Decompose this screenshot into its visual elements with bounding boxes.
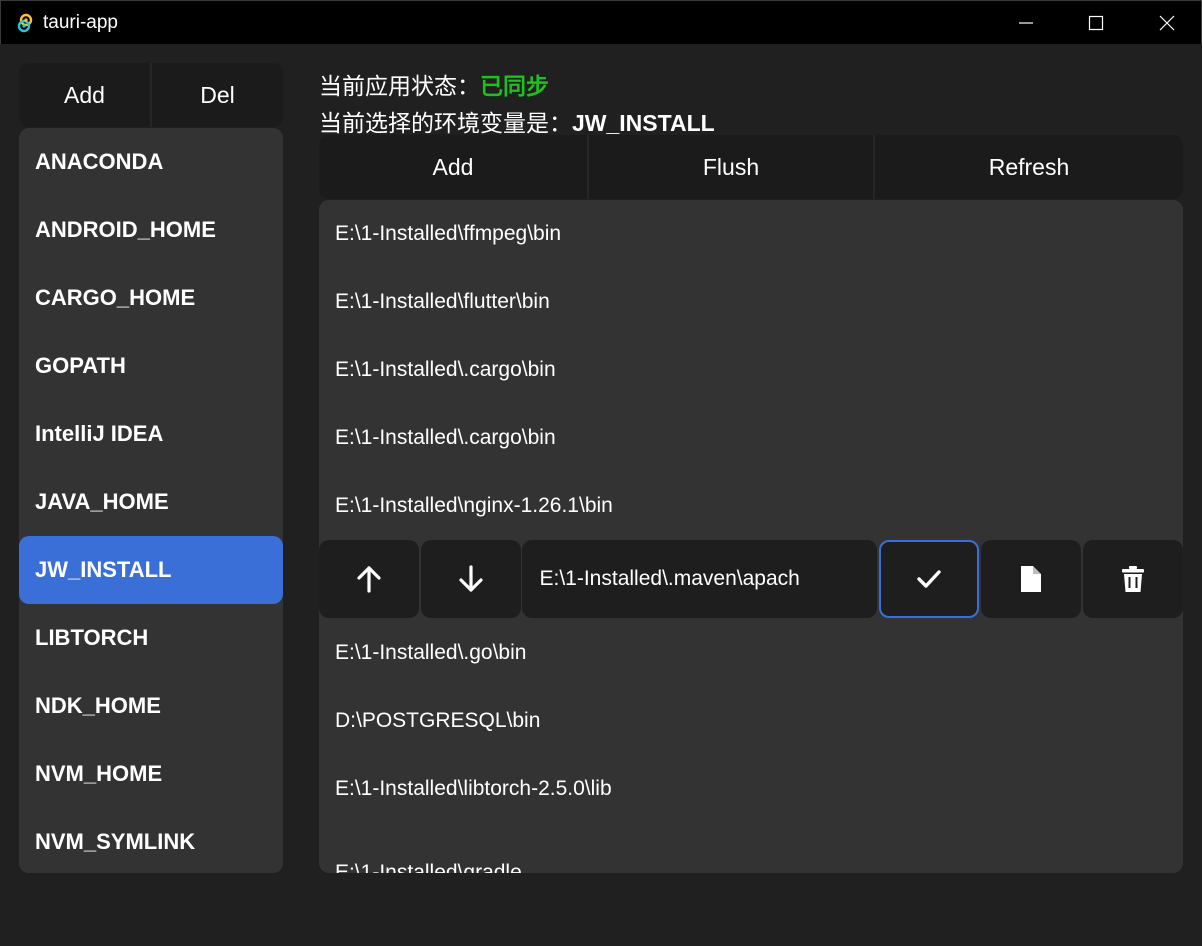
app-status-label: 当前应用状态： [319,73,480,99]
env-variable-list: ANACONDA ANDROID_HOME CARGO_HOME GOPATH … [19,128,283,873]
sidebar-item-java-home[interactable]: JAVA_HOME [19,468,283,536]
selected-variable-label: 当前选择的环境变量是： [319,110,572,136]
path-list: E:\1-Installed\ffmpeg\bin E:\1-Installed… [319,200,1183,873]
add-path-button[interactable]: Add [319,135,587,199]
minimize-icon [1019,22,1033,24]
open-file-button[interactable] [981,540,1081,618]
path-item[interactable]: E:\1-Installed\.cargo\bin [319,404,1183,472]
sidebar-item-nvm-symlink[interactable]: NVM_SYMLINK [19,808,283,873]
maximize-button[interactable] [1061,1,1131,45]
sidebar-item-jw-install[interactable]: JW_INSTALL [19,536,283,604]
path-item[interactable]: D:\POSTGRESQL\bin [319,687,1183,755]
path-item[interactable]: E:\1-Installed\.go\bin [319,619,1183,687]
sidebar-item-anaconda[interactable]: ANACONDA [19,128,283,196]
sidebar-button-group: Add Del [19,63,283,127]
close-button[interactable] [1132,1,1202,45]
maximize-icon [1088,15,1104,31]
app-status-value: 已同步 [480,73,549,99]
minimize-button[interactable] [991,1,1061,45]
path-item[interactable]: E:\1-Installed\libtorch-2.5.0\lib [319,755,1183,823]
sidebar-item-android-home[interactable]: ANDROID_HOME [19,196,283,264]
path-edit-row [319,540,1183,618]
sidebar-item-cargo-home[interactable]: CARGO_HOME [19,264,283,332]
file-icon [1021,566,1041,592]
path-item[interactable]: E:\1-Installed\ffmpeg\bin [319,200,1183,268]
path-edit-field[interactable] [522,540,877,618]
add-variable-button[interactable]: Add [19,63,150,127]
selected-variable-value: JW_INSTALL [572,110,715,136]
path-item[interactable]: E:\1-Installed\nginx-1.26.1\bin [319,472,1183,540]
arrow-down-icon [459,565,483,592]
window-title: tauri-app [43,12,118,33]
sidebar-item-nvm-home[interactable]: NVM_HOME [19,740,283,808]
arrow-up-icon [357,566,381,593]
sidebar-item-intellij-idea[interactable]: IntelliJ IDEA [19,400,283,468]
app-status-line: 当前应用状态：已同步 [319,67,549,101]
path-item[interactable]: E:\1-Installed\.cargo\bin [319,336,1183,404]
move-down-button[interactable] [421,540,521,618]
close-icon [1159,15,1175,31]
sidebar-item-libtorch[interactable]: LIBTORCH [19,604,283,672]
selected-variable-line: 当前选择的环境变量是：JW_INSTALL [319,104,715,138]
trash-icon [1122,566,1144,592]
tauri-logo-icon [17,13,33,33]
confirm-edit-button[interactable] [879,540,979,618]
path-item[interactable]: E:\1-Installed\gradle [319,823,1183,873]
check-icon [917,570,941,588]
delete-variable-button[interactable]: Del [150,63,283,127]
refresh-button[interactable]: Refresh [873,135,1183,199]
delete-path-button[interactable] [1083,540,1183,618]
path-item-text: E:\1-Installed\gradle [335,861,522,873]
path-edit-input[interactable] [539,567,860,591]
flush-button[interactable]: Flush [587,135,873,199]
path-item[interactable]: E:\1-Installed\flutter\bin [319,268,1183,336]
title-bar: tauri-app [0,0,1202,44]
sidebar-item-ndk-home[interactable]: NDK_HOME [19,672,283,740]
move-up-button[interactable] [319,540,419,618]
path-toolbar: Add Flush Refresh [319,135,1183,199]
sidebar-item-gopath[interactable]: GOPATH [19,332,283,400]
